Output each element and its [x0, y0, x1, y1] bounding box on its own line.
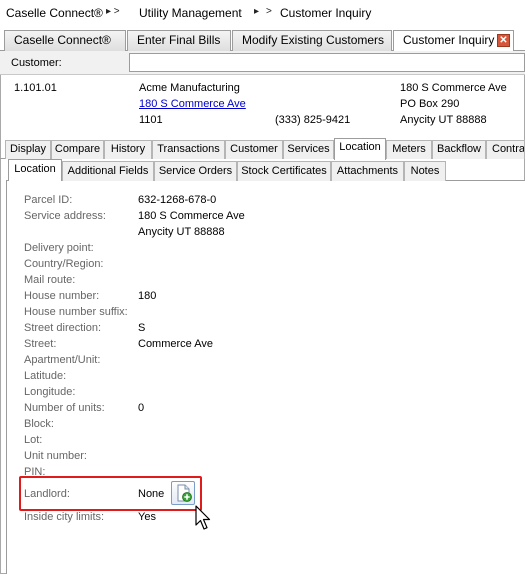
breadcrumb-separator-dropdown-icon[interactable]: ▸ >: [106, 6, 120, 17]
latitude-label: Latitude:: [24, 370, 67, 382]
tab-transactions[interactable]: Transactions: [152, 140, 225, 159]
mail-route-label: Mail route:: [24, 274, 76, 286]
account-summary: 1.101.01 Acme Manufacturing 180 S Commer…: [0, 76, 525, 134]
tab-history[interactable]: History: [104, 140, 152, 159]
customer-label: Customer:: [11, 57, 62, 69]
breadcrumb-utility-management[interactable]: Utility Management: [139, 6, 242, 20]
longitude-label: Longitude:: [24, 386, 76, 398]
tab-display[interactable]: Display: [5, 140, 51, 159]
doc-tab-label: Enter Final Bills: [137, 33, 221, 47]
unit-number-label: Unit number:: [24, 450, 87, 462]
parcel-id-value: 632-1268-678-0: [138, 194, 217, 206]
phone-number: (333) 825-9421: [275, 114, 351, 126]
breadcrumb-customer-inquiry[interactable]: Customer Inquiry: [280, 6, 371, 20]
subtab-notes[interactable]: Notes: [404, 161, 446, 181]
address-number: 1101: [139, 114, 163, 126]
service-address-city-value: Anycity UT 88888: [138, 226, 225, 238]
breadcrumb-chevron-right-icon: >: [266, 6, 272, 17]
subtab-attachments[interactable]: Attachments: [331, 161, 404, 181]
subtab-location[interactable]: Location: [8, 159, 62, 182]
apartment-unit-label: Apartment/Unit:: [24, 354, 101, 366]
doc-tab-modify-existing-customers[interactable]: Modify Existing Customers: [232, 30, 392, 51]
lot-label: Lot:: [24, 434, 43, 446]
doc-tab-caselle-connect[interactable]: Caselle Connect®: [4, 30, 126, 51]
inside-city-limits-value: Yes: [138, 511, 156, 523]
number-of-units-label: Number of units:: [24, 402, 105, 414]
tab-customer[interactable]: Customer: [225, 140, 283, 159]
mouse-pointer-icon: [195, 505, 211, 530]
customer-input[interactable]: [129, 53, 525, 72]
house-number-suffix-label: House number suffix:: [24, 306, 128, 318]
location-subtab-strip: Location Additional Fields Service Order…: [6, 159, 525, 182]
service-address-label: Service address:: [24, 210, 106, 222]
tab-compare[interactable]: Compare: [51, 140, 104, 159]
street-value: Commerce Ave: [138, 338, 213, 350]
customer-name: Acme Manufacturing: [139, 82, 240, 94]
tab-location[interactable]: Location: [334, 138, 386, 160]
tab-backflow[interactable]: Backflow: [432, 140, 486, 159]
breadcrumb-dropdown-icon[interactable]: ▸: [254, 6, 259, 17]
landlord-value: None: [138, 488, 165, 500]
breadcrumb-caselle-connect[interactable]: Caselle Connect®: [6, 6, 103, 20]
doc-tab-label: Caselle Connect®: [14, 33, 111, 47]
street-direction-value: S: [138, 322, 146, 334]
subtab-additional-fields[interactable]: Additional Fields: [62, 161, 154, 181]
country-region-label: Country/Region:: [24, 258, 104, 270]
delivery-point-label: Delivery point:: [24, 242, 94, 254]
tab-contracts[interactable]: Contracts: [486, 140, 525, 159]
number-of-units-value: 0: [138, 402, 145, 414]
subtab-stock-certificates[interactable]: Stock Certificates: [237, 161, 331, 181]
detail-tab-strip: Display Compare History Transactions Cus…: [0, 138, 525, 160]
parcel-id-label: Parcel ID:: [24, 194, 73, 206]
service-address-link[interactable]: 180 S Commerce Ave: [139, 98, 246, 110]
add-landlord-button[interactable]: [171, 481, 195, 505]
mailing-address-line2: PO Box 290: [400, 98, 460, 110]
house-number-value: 180: [138, 290, 157, 302]
breadcrumb: Caselle Connect® ▸ > Utility Management …: [0, 0, 525, 27]
inside-city-limits-label: Inside city limits:: [24, 511, 105, 523]
close-icon[interactable]: ✕: [497, 34, 510, 47]
tab-meters[interactable]: Meters: [386, 140, 432, 159]
doc-tab-label: Modify Existing Customers: [242, 33, 385, 47]
doc-tab-customer-inquiry[interactable]: Customer Inquiry ✕: [393, 30, 514, 52]
subtab-service-orders[interactable]: Service Orders: [154, 161, 237, 181]
add-document-icon: [177, 484, 192, 502]
landlord-label: Landlord:: [24, 488, 70, 500]
tab-services[interactable]: Services: [283, 140, 334, 159]
mailing-address-line1: 180 S Commerce Ave: [400, 82, 507, 94]
mailing-address-line3: Anycity UT 88888: [400, 114, 487, 126]
street-label: Street:: [24, 338, 57, 350]
service-address-value: 180 S Commerce Ave: [138, 210, 245, 222]
street-direction-label: Street direction:: [24, 322, 102, 334]
doc-tab-label: Customer Inquiry: [403, 33, 495, 47]
house-number-label: House number:: [24, 290, 100, 302]
doc-tab-enter-final-bills[interactable]: Enter Final Bills: [127, 30, 231, 51]
block-label: Block:: [24, 418, 54, 430]
document-tab-strip: Caselle Connect® Enter Final Bills Modif…: [0, 27, 525, 52]
account-number: 1.101.01: [14, 82, 57, 94]
customer-lookup-row: Customer:: [0, 51, 525, 75]
